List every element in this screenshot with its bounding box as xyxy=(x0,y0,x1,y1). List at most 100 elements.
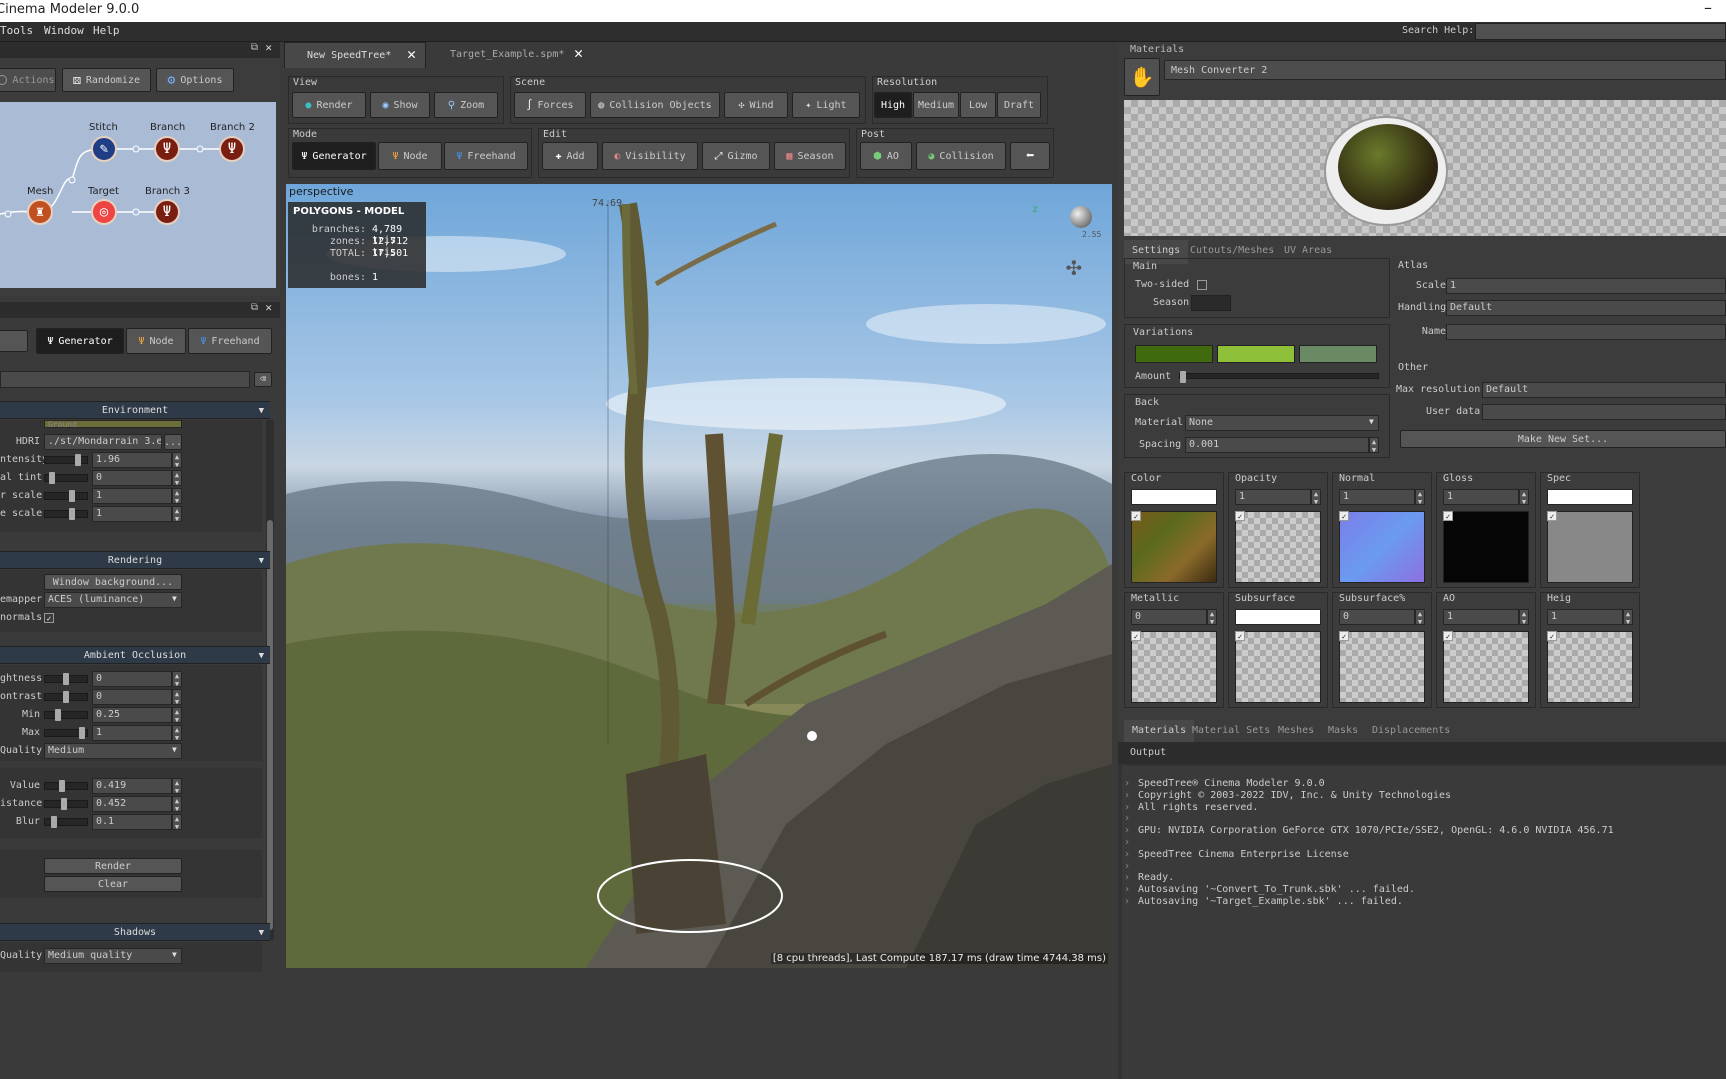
spacing-field[interactable]: 0.001 xyxy=(1185,437,1369,453)
output-log[interactable]: › SpeedTree® Cinema Modeler 9.0.0 › Copyrig… xyxy=(1122,766,1726,1079)
close-icon[interactable]: ✕ xyxy=(265,41,272,54)
show-button[interactable]: ◉ Show xyxy=(370,92,430,118)
resolution-high-button[interactable]: High xyxy=(874,92,912,118)
min-field[interactable]: 0.25 xyxy=(92,707,172,723)
variation-color-3[interactable] xyxy=(1299,345,1377,363)
min-slider[interactable] xyxy=(44,709,88,721)
blur-field[interactable]: 0.1 xyxy=(92,814,172,830)
scale-2-field[interactable]: 1 xyxy=(92,506,172,522)
resolution-medium-button[interactable]: Medium xyxy=(913,92,959,118)
node-branch-2[interactable]: Ψ xyxy=(219,136,245,162)
wind-fan-icon[interactable]: ✣ xyxy=(1066,252,1082,282)
spacing-spinner[interactable]: ▲ ▼ xyxy=(1369,437,1379,454)
brightness-slider[interactable] xyxy=(44,673,88,685)
search-help-input[interactable] xyxy=(1475,23,1726,40)
back-material-select[interactable]: None xyxy=(1185,415,1379,431)
material-name-field[interactable]: Mesh Converter 2 xyxy=(1164,60,1726,80)
menu-help[interactable]: Help xyxy=(93,24,120,37)
scrollbar-thumb[interactable] xyxy=(267,520,273,930)
scale-2-slider[interactable] xyxy=(44,508,88,520)
user-data-field[interactable] xyxy=(1482,404,1726,420)
menu-window[interactable]: Window xyxy=(44,24,84,37)
contrast-slider[interactable] xyxy=(44,691,88,703)
color-map-enabled-checkbox[interactable]: ✓ xyxy=(1131,511,1141,521)
subsurface-percent-map-spinner[interactable]: ▲ ▼ xyxy=(1415,609,1425,626)
minimize-button[interactable]: – xyxy=(1704,0,1712,17)
max-slider[interactable] xyxy=(44,727,88,739)
height-map-spinner[interactable]: ▲ ▼ xyxy=(1623,609,1633,626)
subsurface-percent-map-value[interactable]: 0 xyxy=(1339,609,1415,625)
brightness-field[interactable]: 0 xyxy=(92,671,172,687)
rendering-section[interactable]: Rendering ▼ xyxy=(0,551,270,569)
intensity-field[interactable]: 1.96 xyxy=(92,452,172,468)
metallic-map-spinner[interactable]: ▲ ▼ xyxy=(1207,609,1217,626)
mode-generator-button[interactable]: Ψ Generator xyxy=(292,142,376,170)
randomize-button[interactable]: ⚄ Randomize xyxy=(62,68,151,92)
material-preview[interactable] xyxy=(1124,100,1726,236)
left-generator-button[interactable]: Ψ Generator xyxy=(36,328,124,354)
float-icon[interactable]: ⧉ xyxy=(251,42,258,53)
distance-field[interactable]: 0.452 xyxy=(92,796,172,812)
opacity-map-enabled-checkbox[interactable]: ✓ xyxy=(1235,511,1245,521)
normals-checkbox[interactable]: ✓ xyxy=(44,613,54,623)
clear-filter-button[interactable]: ⌫ xyxy=(254,372,272,387)
max-resolution-select[interactable]: Default xyxy=(1482,382,1726,398)
left-node-button[interactable]: Ψ Node xyxy=(126,328,186,354)
tab-displacements[interactable]: Displacements xyxy=(1364,720,1458,744)
subsurface-map-value[interactable] xyxy=(1235,609,1321,625)
make-new-set-button[interactable]: Make New Set... xyxy=(1400,430,1726,448)
color-map-texture[interactable] xyxy=(1131,511,1217,583)
normal-map-texture[interactable] xyxy=(1339,511,1425,583)
shadow-quality-select[interactable]: Medium quality xyxy=(44,948,182,964)
property-filter-input[interactable] xyxy=(0,371,250,388)
amount-slider[interactable] xyxy=(1179,371,1379,383)
color-map-value[interactable] xyxy=(1131,489,1217,505)
season-color-swatch[interactable] xyxy=(1191,295,1231,311)
render-button[interactable]: ● Render xyxy=(292,92,366,118)
height-map-value[interactable]: 1 xyxy=(1547,609,1623,625)
scale-field[interactable]: 1 xyxy=(92,488,172,504)
back-arrow-button[interactable]: ⬅ xyxy=(1010,142,1050,170)
variation-color-1[interactable] xyxy=(1135,345,1213,363)
metallic-map-value[interactable]: 0 xyxy=(1131,609,1207,625)
close-icon[interactable]: ✕ xyxy=(407,45,416,63)
mode-node-button[interactable]: Ψ Node xyxy=(378,142,442,170)
node-stitch[interactable]: ✎ xyxy=(91,136,117,162)
specular-map-value[interactable] xyxy=(1547,489,1633,505)
doc-tab-new-speedtree[interactable]: New SpeedTree* ✕ xyxy=(284,42,426,68)
intensity-slider[interactable] xyxy=(44,454,88,466)
subsurface-map-enabled-checkbox[interactable]: ✓ xyxy=(1235,631,1245,641)
scale-2-spinner[interactable]: ▲ ▼ xyxy=(172,506,182,523)
tab-material-sets[interactable]: Material Sets xyxy=(1184,720,1278,744)
zoom-button[interactable]: ⚲ Zoom xyxy=(434,92,498,118)
node-target[interactable]: ◎ xyxy=(91,199,117,225)
opacity-map-spinner[interactable]: ▲ ▼ xyxy=(1311,489,1321,506)
tint-field[interactable]: 0 xyxy=(92,470,172,486)
resolution-draft-button[interactable]: Draft xyxy=(997,92,1041,118)
opacity-map-value[interactable]: 1 xyxy=(1235,489,1311,505)
min-spinner[interactable]: ▲ ▼ xyxy=(172,707,182,724)
close-icon[interactable]: ✕ xyxy=(574,44,583,62)
post-collision-button[interactable]: ◕ Collision xyxy=(916,142,1006,170)
wind-button[interactable]: ✣ Wind xyxy=(724,92,788,118)
value-field[interactable]: 0.419 xyxy=(92,778,172,794)
variation-color-2[interactable] xyxy=(1217,345,1295,363)
doc-tab-target-example[interactable]: Target_Example.spm* ✕ xyxy=(428,42,598,68)
atlas-scale-field[interactable]: 1 xyxy=(1446,278,1726,294)
metallic-map-texture[interactable] xyxy=(1131,631,1217,703)
ao-map-enabled-checkbox[interactable]: ✓ xyxy=(1443,631,1453,641)
season-button[interactable]: ▦ Season xyxy=(774,142,846,170)
float-icon[interactable]: ⧉ xyxy=(251,302,258,313)
contrast-field[interactable]: 0 xyxy=(92,689,172,705)
ao-map-value[interactable]: 1 xyxy=(1443,609,1519,625)
ground-field[interactable]: Ground xyxy=(44,420,182,428)
scrollbar-track[interactable] xyxy=(266,420,274,940)
normal-map-spinner[interactable]: ▲ ▼ xyxy=(1415,489,1425,506)
gloss-map-spinner[interactable]: ▲ ▼ xyxy=(1519,489,1529,506)
metallic-map-enabled-checkbox[interactable]: ✓ xyxy=(1131,631,1141,641)
hdri-browse-button[interactable]: ... xyxy=(164,434,182,450)
add-button[interactable]: ✚ Add xyxy=(542,142,598,170)
tab-meshes[interactable]: Meshes xyxy=(1270,720,1322,744)
max-spinner[interactable]: ▲ ▼ xyxy=(172,725,182,742)
ambient-occlusion-section[interactable]: Ambient Occlusion ▼ xyxy=(0,646,270,664)
